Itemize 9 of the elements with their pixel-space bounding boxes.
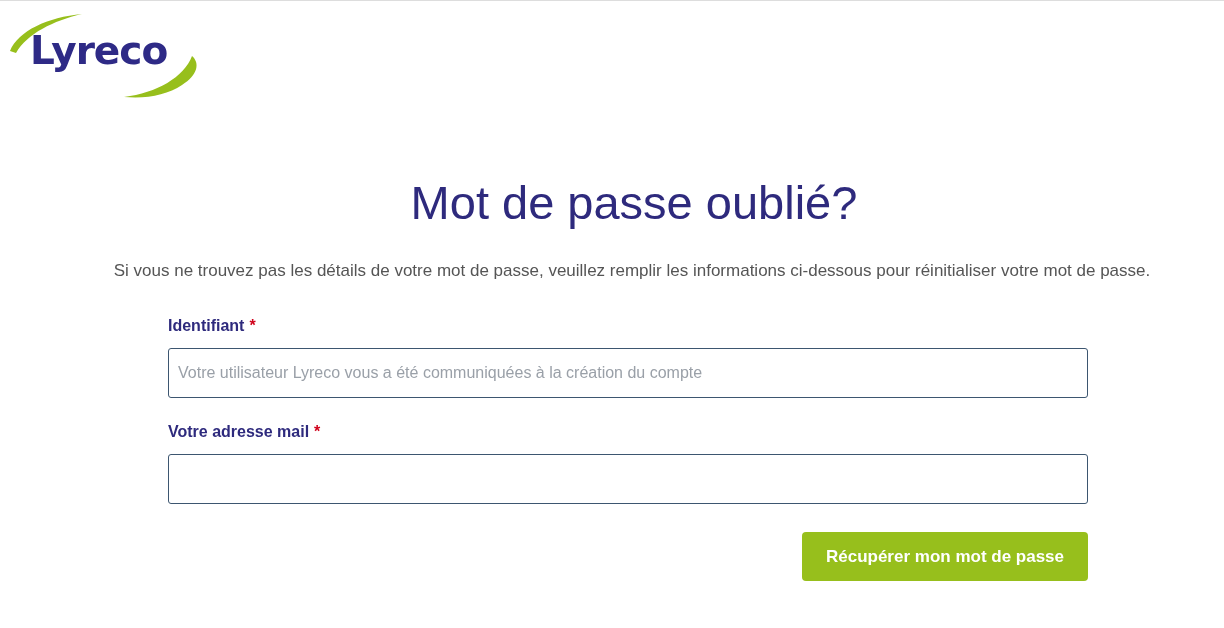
input-field[interactable]: Votre utilisateur Lyreco vous a été communiquées à la création du compte	[168, 348, 1088, 399]
field-label: Identifiant	[168, 317, 245, 336]
logo[interactable]: Lyreco	[30, 31, 168, 70]
description-text: Si vous ne trouvez pas les détails de votre mot de passe, veuillez remplir les informations ci-dessous pour réinitialiser votre mot de passe.	[112, 261, 1152, 282]
page-title: Mot de passe oublié?	[409, 175, 859, 231]
input-field[interactable]	[168, 454, 1088, 505]
required-mark: *	[249, 317, 256, 336]
required-mark: *	[314, 423, 321, 442]
field-label: Votre adresse mail	[168, 423, 310, 442]
